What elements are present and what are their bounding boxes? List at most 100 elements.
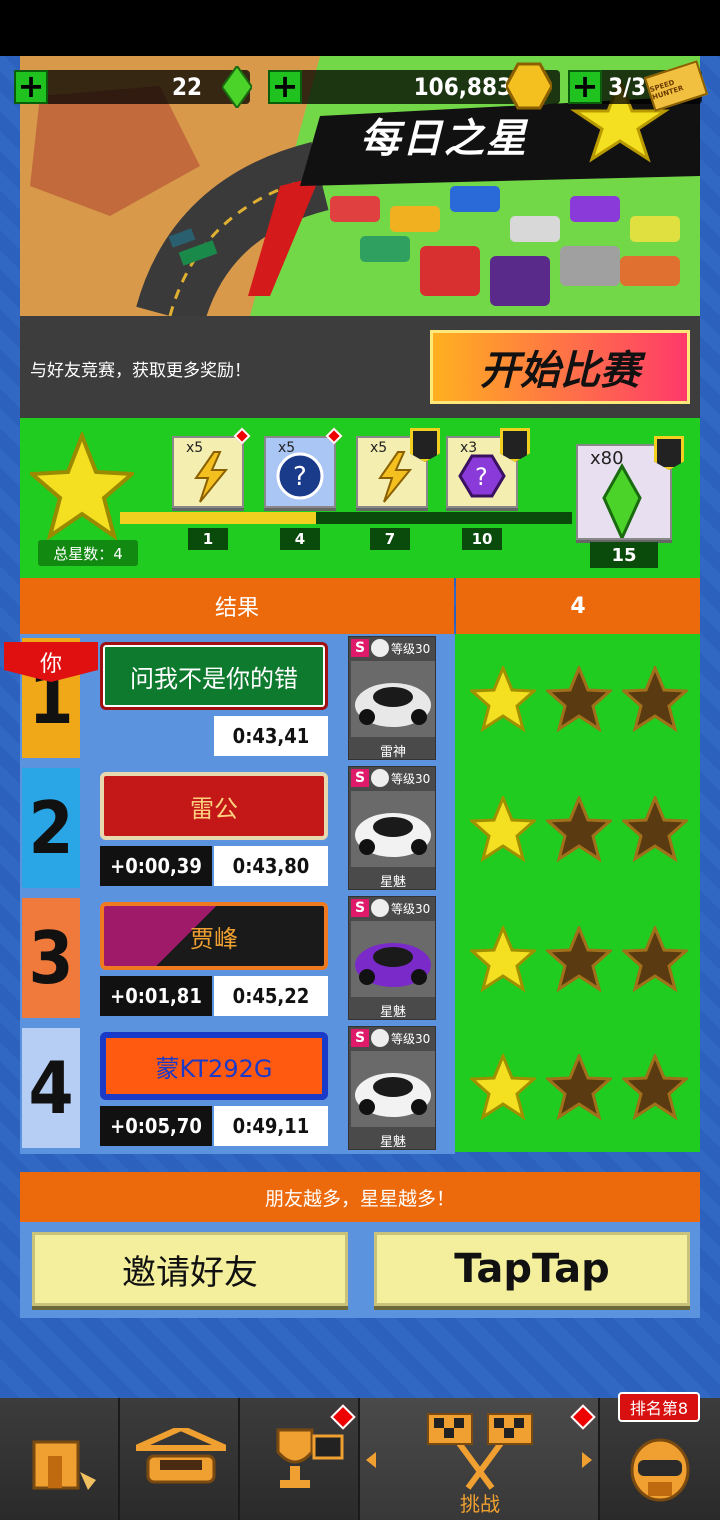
- hud: 22 + 106,883 + 3/3 SPEED HUNTER +: [0, 60, 720, 112]
- invite-strip: 与好友竞赛，获取更多奖励！ 开始比赛: [20, 316, 700, 418]
- gems-count: 22: [171, 73, 202, 101]
- car-card[interactable]: S 等级30 星魅: [348, 766, 436, 890]
- player-plate: 贾峰: [100, 902, 328, 970]
- time-diff: +0:01,81: [100, 976, 212, 1016]
- empty-star-icon: [546, 666, 612, 732]
- empty-star-icon: [546, 796, 612, 862]
- results-header-label: 结果: [214, 596, 259, 621]
- milestone-label: 15: [590, 542, 658, 568]
- earned-star-icon: [470, 666, 536, 732]
- car-card[interactable]: S 等级30 星魅: [348, 1026, 436, 1150]
- reward-box[interactable]: x5: [356, 428, 440, 508]
- nav-profile[interactable]: 排名第8: [600, 1392, 720, 1520]
- car-brand-icon: [371, 899, 389, 917]
- taptap-label: TapTap: [454, 1246, 610, 1292]
- taptap-button[interactable]: TapTap: [374, 1232, 690, 1306]
- nav-trophy[interactable]: [240, 1398, 360, 1520]
- nav-left-arrow-icon: [366, 1452, 376, 1468]
- mystery-token-icon: ?: [276, 452, 324, 500]
- result-row[interactable]: 2 雷公 +0:00,39 0:43,80 S 等级30 星魅: [20, 764, 455, 894]
- race-time: 0:45,22: [214, 976, 328, 1016]
- progress-fill: [120, 512, 316, 524]
- time-diff: +0:00,39: [100, 846, 212, 886]
- car-card[interactable]: S 等级30 星魅: [348, 896, 436, 1020]
- car-image: [351, 1051, 435, 1127]
- car-level: 等级30: [391, 642, 431, 656]
- nav-shop[interactable]: [0, 1398, 120, 1520]
- ticket-badge-text: SPEED HUNTER: [648, 78, 685, 102]
- reward-box[interactable]: x5?: [264, 427, 343, 508]
- empty-star-icon: [622, 1054, 688, 1120]
- add-tickets-button[interactable]: +: [568, 70, 602, 104]
- car-card[interactable]: S 等级30 雷神: [348, 636, 436, 760]
- car-class-badge: S: [351, 899, 369, 917]
- coin-icon: [504, 62, 554, 110]
- player-name: 问我不是你的错: [130, 664, 298, 693]
- svg-text:?: ?: [475, 463, 488, 491]
- reward-box[interactable]: x5: [172, 427, 251, 508]
- car-level: 等级30: [391, 902, 431, 916]
- you-tag-label: 你: [39, 652, 62, 677]
- empty-star-icon: [622, 796, 688, 862]
- race-time: 0:49,11: [214, 1106, 328, 1146]
- player-plate: 雷公: [100, 772, 328, 840]
- nav-garage[interactable]: [120, 1398, 240, 1520]
- car-name: 雷神: [379, 745, 406, 760]
- status-bar: [0, 0, 720, 56]
- gems-bar: 22: [40, 70, 250, 104]
- reward-progress-panel: 总星数：4 x5 1 x5? 4 x5 7 x3? 10 x80 15: [20, 418, 700, 578]
- friends-banner: 朋友越多，星星越多！: [20, 1172, 700, 1222]
- milestone-label: 4: [280, 528, 320, 550]
- car-name: 星魅: [379, 1005, 406, 1020]
- start-race-label: 开始比赛: [480, 348, 640, 394]
- milestone-label: 7: [370, 528, 410, 550]
- invite-strip-text: 与好友竞赛，获取更多奖励！: [30, 361, 251, 381]
- car-level: 等级30: [391, 772, 431, 786]
- challenge-label: 挑战: [460, 1492, 500, 1516]
- result-row[interactable]: 4 蒙KT292G +0:05,70 0:49,11 S 等级30 星魅: [20, 1024, 455, 1154]
- start-race-button[interactable]: 开始比赛: [430, 330, 690, 404]
- banner-title: 每日之星: [360, 116, 528, 162]
- stars-header: 4: [456, 578, 700, 634]
- total-stars-label: 总星数：4: [38, 540, 138, 566]
- result-row[interactable]: 3 贾峰 +0:01,81 0:45,22 S 等级30 星魅: [20, 894, 455, 1024]
- garage-car-icon: [136, 1428, 226, 1484]
- shop-box-icon: [32, 1440, 96, 1490]
- trophy-icon: [276, 1428, 344, 1488]
- rank-number: 2: [22, 768, 80, 888]
- helmet-icon: [630, 1438, 690, 1502]
- car-image: [351, 661, 435, 737]
- milestone-label: 1: [188, 528, 228, 550]
- add-gems-button[interactable]: +: [14, 70, 48, 104]
- empty-star-icon: [546, 926, 612, 992]
- progress-track: [120, 512, 572, 524]
- car-class-badge: S: [351, 639, 369, 657]
- nav-challenge[interactable]: 挑战: [360, 1398, 600, 1520]
- car-brand-icon: [371, 1029, 389, 1047]
- reward-box[interactable]: x80: [576, 436, 684, 540]
- empty-star-icon: [622, 926, 688, 992]
- add-coins-button[interactable]: +: [268, 70, 302, 104]
- player-name: 贾峰: [190, 924, 238, 953]
- reward-box[interactable]: x3?: [446, 428, 530, 508]
- car-name: 星魅: [379, 1135, 406, 1150]
- earned-star-icon: [470, 1054, 536, 1120]
- lightning-icon: [194, 451, 229, 503]
- car-image: [351, 791, 435, 867]
- player-plate: 蒙KT292G: [100, 1032, 328, 1100]
- checkered-flags-icon: [427, 1413, 533, 1490]
- rank-number: 3: [22, 898, 80, 1018]
- car-brand-icon: [371, 639, 389, 657]
- rank-number: 4: [22, 1028, 80, 1148]
- results-header: 结果: [20, 578, 454, 634]
- friends-banner-text: 朋友越多，星星越多！: [264, 1187, 455, 1210]
- car-class-badge: S: [351, 769, 369, 787]
- player-name: 雷公: [190, 794, 238, 823]
- invite-friends-button[interactable]: 邀请好友: [32, 1232, 348, 1306]
- car-brand-icon: [371, 769, 389, 787]
- total-star-icon: [30, 432, 134, 541]
- invite-friends-label: 邀请好友: [122, 1252, 258, 1293]
- car-image: [351, 921, 435, 997]
- stars-header-label: 4: [570, 593, 586, 619]
- nav-right-arrow-icon: [582, 1452, 592, 1468]
